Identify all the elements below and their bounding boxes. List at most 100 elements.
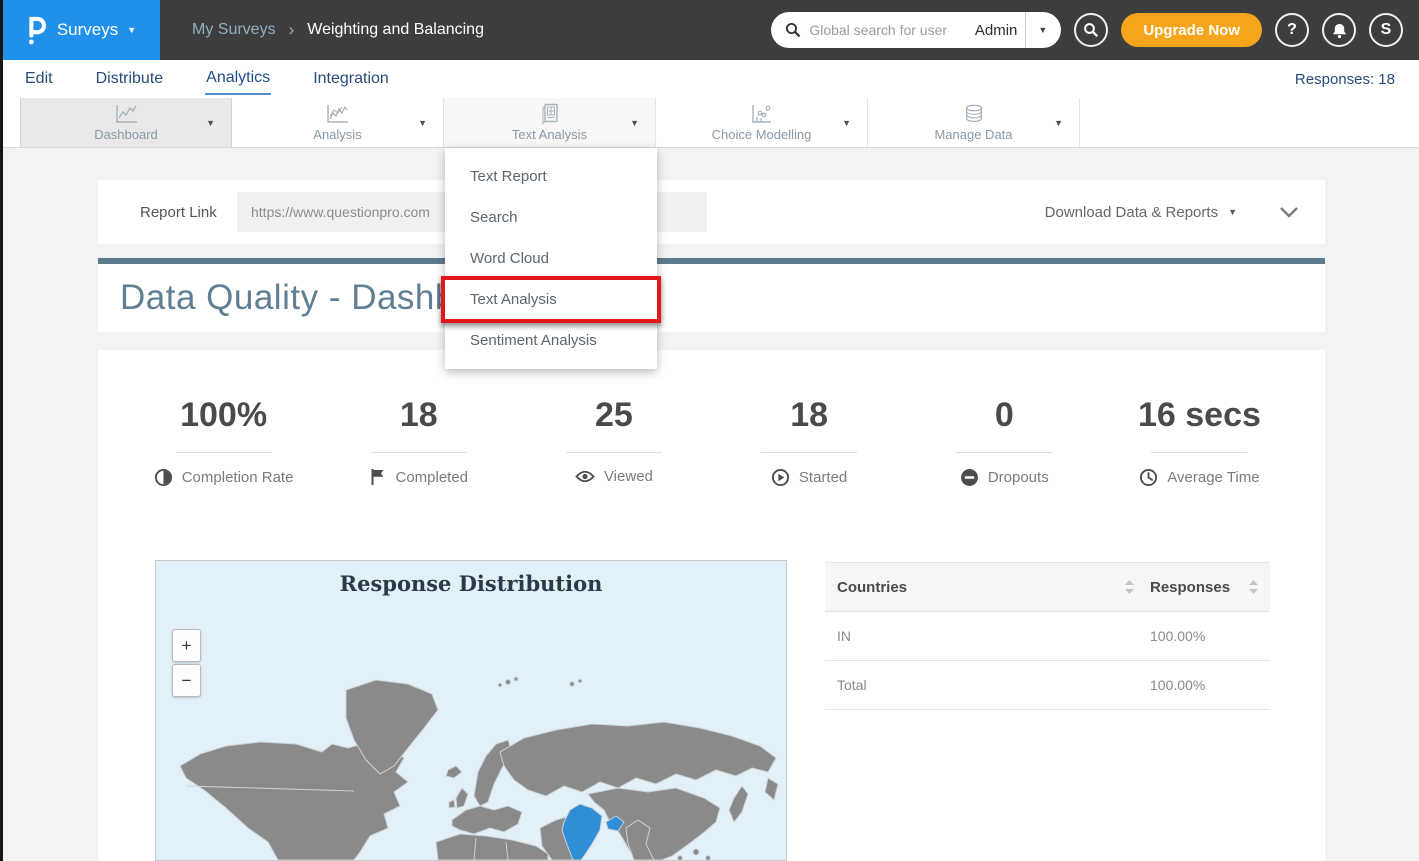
- menu-item-text-report[interactable]: Text Report: [445, 156, 657, 197]
- stat-label: Started: [799, 469, 847, 486]
- map-region-arctic-island[interactable]: [514, 677, 518, 681]
- divider: [956, 452, 1052, 453]
- tab-distribute[interactable]: Distribute: [95, 64, 165, 94]
- toolbar-tab-label: Text Analysis: [512, 127, 587, 142]
- clock-icon: [1139, 468, 1158, 487]
- map-region-iceland[interactable]: [446, 766, 462, 778]
- menu-item-text-analysis[interactable]: Text Analysis: [445, 279, 657, 320]
- report-link-card: Report Link Download Data & Reports ▼: [98, 180, 1325, 244]
- map-region-arctic-island[interactable]: [570, 682, 574, 686]
- global-search-input[interactable]: [809, 22, 967, 38]
- minus-circle-icon: [960, 468, 979, 487]
- search-button[interactable]: [1074, 13, 1108, 47]
- tab-analytics[interactable]: Analytics: [205, 63, 271, 95]
- map-region-russia[interactable]: [500, 722, 776, 796]
- map-region-africa[interactable]: [436, 834, 548, 860]
- table-header-row: Countries Responses: [825, 562, 1270, 612]
- questionpro-logo-icon: [24, 14, 48, 46]
- download-data-reports-dropdown[interactable]: Download Data & Reports ▼: [1045, 204, 1237, 221]
- sort-icon[interactable]: [1249, 580, 1258, 594]
- zoom-out-button[interactable]: −: [172, 664, 201, 697]
- dashboard-card: 100% Completion Rate 18 Completed: [98, 350, 1325, 861]
- stat-value: 18: [790, 396, 828, 435]
- map-region-arctic-island[interactable]: [578, 679, 582, 683]
- account-avatar[interactable]: S: [1369, 13, 1403, 47]
- text-analysis-menu: Text Report Search Word Cloud Text Analy…: [445, 148, 657, 369]
- search-scope-selector[interactable]: Admin: [975, 22, 1018, 39]
- completion-rate-icon: [154, 468, 173, 487]
- help-button[interactable]: ?: [1275, 13, 1309, 47]
- chevron-down-icon: ▼: [1228, 208, 1237, 217]
- toolbar-tab-dashboard[interactable]: Dashboard ▼: [20, 98, 232, 147]
- map-region-europe[interactable]: [452, 806, 522, 834]
- map-region-arctic-island[interactable]: [506, 680, 511, 685]
- chevron-down-icon[interactable]: ▼: [206, 118, 215, 128]
- menu-item-sentiment-analysis[interactable]: Sentiment Analysis: [445, 320, 657, 361]
- world-map[interactable]: [156, 660, 786, 860]
- toolbar-tab-label: Analysis: [313, 127, 361, 142]
- divider: [761, 452, 857, 453]
- map-region-east-islands[interactable]: [765, 778, 778, 800]
- map-region-japan[interactable]: [729, 786, 748, 822]
- map-region-indonesia[interactable]: [678, 856, 683, 860]
- dashboard-title-card: Data Quality - Dashboard: [98, 258, 1325, 332]
- chevron-down-icon[interactable]: ▼: [418, 118, 427, 128]
- responses-count: Responses: 18: [1295, 71, 1395, 88]
- menu-item-word-cloud[interactable]: Word Cloud: [445, 238, 657, 279]
- toolbar-tab-text-analysis[interactable]: Text Analysis ▼: [444, 98, 656, 147]
- chevron-down-icon[interactable]: ▼: [630, 118, 639, 128]
- product-switcher[interactable]: Surveys ▼: [0, 0, 160, 60]
- column-label: Responses: [1150, 579, 1230, 596]
- responses-cell: 100.00%: [1150, 677, 1258, 693]
- global-search[interactable]: Admin ▼: [771, 12, 1061, 48]
- tab-edit[interactable]: Edit: [24, 64, 54, 94]
- toolbar-tab-choice-modelling[interactable]: Choice Modelling ▼: [656, 98, 868, 147]
- map-region-united-kingdom[interactable]: [456, 788, 468, 808]
- breadcrumb-my-surveys[interactable]: My Surveys: [192, 21, 276, 39]
- chevron-down-icon: [1279, 206, 1299, 218]
- upgrade-button[interactable]: Upgrade Now: [1121, 13, 1262, 47]
- chevron-down-icon[interactable]: ▼: [1054, 118, 1063, 128]
- survey-stats-row: 100% Completion Rate 18 Completed: [98, 350, 1325, 487]
- divider: [371, 452, 467, 453]
- line-chart-icon: [113, 103, 139, 125]
- sort-icon[interactable]: [1125, 580, 1134, 594]
- collapse-panel-button[interactable]: [1279, 206, 1299, 218]
- zoom-in-button[interactable]: +: [172, 629, 201, 662]
- search-icon: [785, 22, 801, 38]
- breadcrumb-current-survey: Weighting and Balancing: [307, 21, 484, 39]
- map-region-indonesia[interactable]: [706, 856, 711, 860]
- toolbar-tab-label: Choice Modelling: [712, 127, 812, 142]
- column-header-responses[interactable]: Responses: [1150, 579, 1258, 596]
- analytics-toolbar: Dashboard ▼ Analysis ▼: [0, 98, 1419, 148]
- chevron-down-icon: ▼: [127, 26, 136, 35]
- top-bar: Surveys ▼ My Surveys › Weighting and Bal…: [0, 0, 1419, 60]
- chevron-down-icon[interactable]: ▼: [842, 118, 851, 128]
- question-mark-icon: ?: [1287, 21, 1297, 39]
- toolbar-tab-analysis[interactable]: Analysis ▼: [232, 98, 444, 147]
- map-region-philippines[interactable]: [693, 849, 699, 855]
- chevron-down-icon[interactable]: ▼: [1034, 26, 1051, 35]
- text-report-icon: [539, 103, 561, 125]
- table-row: IN 100.00%: [825, 612, 1270, 661]
- stat-completed: 18 Completed: [321, 396, 516, 487]
- stat-label: Dropouts: [988, 469, 1049, 486]
- flag-icon: [369, 468, 386, 486]
- download-data-reports-label: Download Data & Reports: [1045, 204, 1218, 221]
- tab-integration[interactable]: Integration: [312, 64, 390, 94]
- notifications-button[interactable]: [1322, 13, 1356, 47]
- toolbar-tab-manage-data[interactable]: Manage Data ▼: [868, 98, 1080, 147]
- country-cell: Total: [837, 677, 1134, 693]
- map-region-arctic-island[interactable]: [498, 683, 502, 687]
- survey-section-nav: Edit Distribute Analytics Integration Re…: [0, 60, 1419, 98]
- stat-value: 16 secs: [1138, 396, 1261, 435]
- column-header-countries[interactable]: Countries: [837, 579, 1134, 596]
- search-scope-divider: [1025, 12, 1026, 48]
- avatar-initial: S: [1381, 21, 1392, 39]
- play-circle-icon: [771, 468, 790, 487]
- product-name: Surveys: [57, 20, 118, 40]
- stat-value: 0: [995, 396, 1014, 435]
- menu-item-search[interactable]: Search: [445, 197, 657, 238]
- map-region-ireland[interactable]: [449, 800, 455, 808]
- stat-value: 18: [400, 396, 438, 435]
